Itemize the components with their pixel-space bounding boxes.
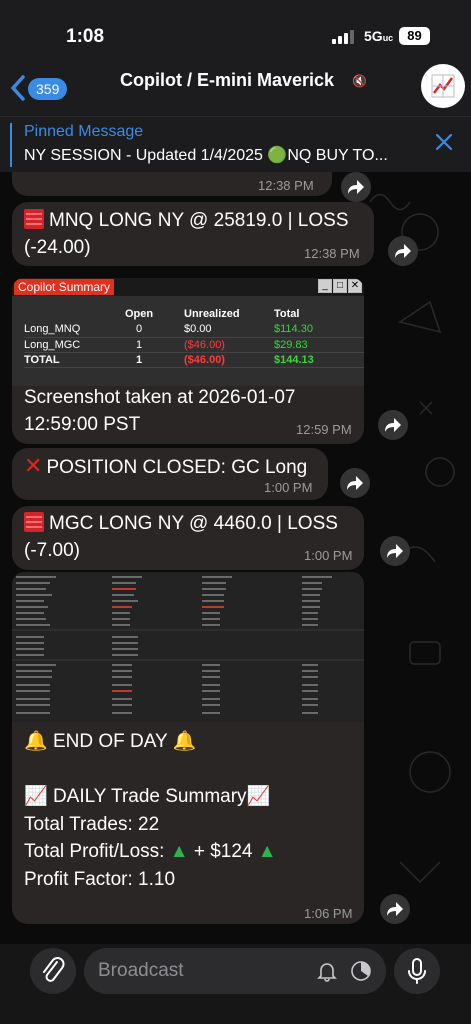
broadcast-input[interactable]: Broadcast [84,948,386,994]
table-cell: ($46.00) [184,352,274,368]
forward-icon [395,244,411,258]
maximize-icon: □ [333,279,347,293]
signal-icon [332,30,354,44]
message-time: 1:06 PM [304,906,353,921]
table-row: Long_MGC 1 ($46.00) $29.83 [24,337,364,353]
table-cell: $0.00 [184,322,274,338]
trade-stats-image[interactable] [12,572,364,722]
bell-icon: 🔔 [24,731,48,752]
forward-icon [348,180,364,194]
chart-increasing-icon: 📈 [24,786,48,807]
forward-icon [387,544,403,558]
status-time: 1:08 [66,26,105,47]
message-time: 12:38 PM [258,178,314,193]
microphone-icon [408,958,426,984]
table-cell: 0 [94,322,184,338]
avatar[interactable] [421,64,465,108]
table-cell: $29.83 [274,337,364,353]
mute-icon: 🔇 [352,74,367,88]
message-bubble[interactable]: MNQ LONG NY @ 25819.0 | LOSS (-24.00) 12:… [12,202,374,266]
message-caption: Screenshot taken at 2026-01-07 12:59:00 P… [24,387,296,435]
message-text: MGC LONG NY @ 4460.0 | LOSS (-7.00) [24,512,338,561]
panel-title: Copilot Summary [14,279,115,295]
table-cell: $144.13 [274,352,364,368]
table-cell: 1 [94,352,184,368]
table-row: TOTAL 1 ($46.00) $144.13 [24,352,364,368]
input-placeholder: Broadcast [98,960,184,981]
message-time: 1:00 PM [264,480,313,495]
minimize-icon: _ [318,279,332,293]
copilot-summary-image[interactable]: Copilot Summary _ □ ✕ Open Unrealized To… [12,278,364,386]
attach-button[interactable] [30,948,76,994]
chat-header: 359 Copilot / E-mini Maverick 🔇 [0,60,471,116]
column-header: Open [124,308,154,320]
pinned-title: Pinned Message [24,123,144,140]
table-cell: $114.30 [274,322,364,338]
forward-icon [387,902,403,916]
chevron-left-icon[interactable] [8,74,28,102]
status-bar: 1:08 5Guc 89 [0,0,471,60]
table-row: Long_MNQ 0 $0.00 $114.30 [24,322,364,338]
table-cell: ($46.00) [184,337,274,353]
table-cell: Long_MGC [24,337,94,353]
message-text: MNQ LONG NY @ 25819.0 | LOSS (-24.00) [24,209,349,258]
forward-button[interactable] [378,410,408,440]
timer-icon[interactable] [350,960,372,982]
pinned-indicator [10,123,12,167]
forward-button[interactable] [380,894,410,924]
column-header: Unrealized [184,308,240,320]
message-text: 🔔 END OF DAY 🔔 📈 DAILY Trade Summary📈 To… [24,731,277,890]
chat-title[interactable]: Copilot / E-mini Maverick [120,70,334,91]
cross-mark-icon: ✕ [24,453,43,478]
forward-button[interactable] [388,236,418,266]
column-header: Total [274,308,300,320]
paperclip-icon [43,957,65,982]
table-cell: TOTAL [24,352,94,368]
christmas-tree-icon: ▲ [169,841,189,862]
forward-button[interactable] [341,172,371,202]
message-bubble[interactable]: 12:38 PM [12,172,332,196]
forward-button[interactable] [380,536,410,566]
chart-increasing-icon [431,74,455,98]
chart-increasing-icon: 📈 [246,786,271,807]
table-cell: Long_MNQ [24,322,94,338]
close-icon[interactable] [433,131,455,153]
panel-titlebar: Copilot Summary _ □ ✕ [12,278,364,296]
battery-icon: 89 [399,27,430,45]
forward-icon [347,476,363,490]
message-bubble[interactable]: ✕ POSITION CLOSED: GC Long 1:00 PM [12,448,328,500]
pinned-text: NY SESSION - Updated 1/4/2025 🟢NQ BUY TO… [24,147,388,164]
forward-button[interactable] [340,468,370,498]
bell-icon[interactable] [316,960,338,982]
table-cell: 1 [94,337,184,353]
message-composer: Broadcast [0,944,471,1024]
message-text: ✕ POSITION CLOSED: GC Long [24,453,308,478]
message-time: 1:00 PM [304,548,353,563]
column-header [24,306,94,322]
red-square-icon [24,209,44,229]
stats-image-content [12,576,364,714]
message-time: 12:59 PM [296,422,352,437]
summary-table: Open Unrealized Total Long_MNQ 0 $0.00 $… [24,306,364,368]
forward-icon [385,418,401,432]
network-label: 5Guc [364,28,394,44]
unread-count-badge[interactable]: 359 [28,78,68,100]
message-bubble[interactable]: MGC LONG NY @ 4460.0 | LOSS (-7.00) 1:00 … [12,506,364,570]
close-icon: ✕ [348,279,362,293]
message-time: 12:38 PM [304,246,360,261]
christmas-tree-icon: ▲ [257,841,277,862]
table-header-row: Open Unrealized Total [24,306,364,322]
voice-record-button[interactable] [394,948,440,994]
bell-icon: 🔔 [172,731,197,752]
pinned-message[interactable]: Pinned Message NY SESSION - Updated 1/4/… [0,116,471,172]
red-square-icon [24,512,44,532]
